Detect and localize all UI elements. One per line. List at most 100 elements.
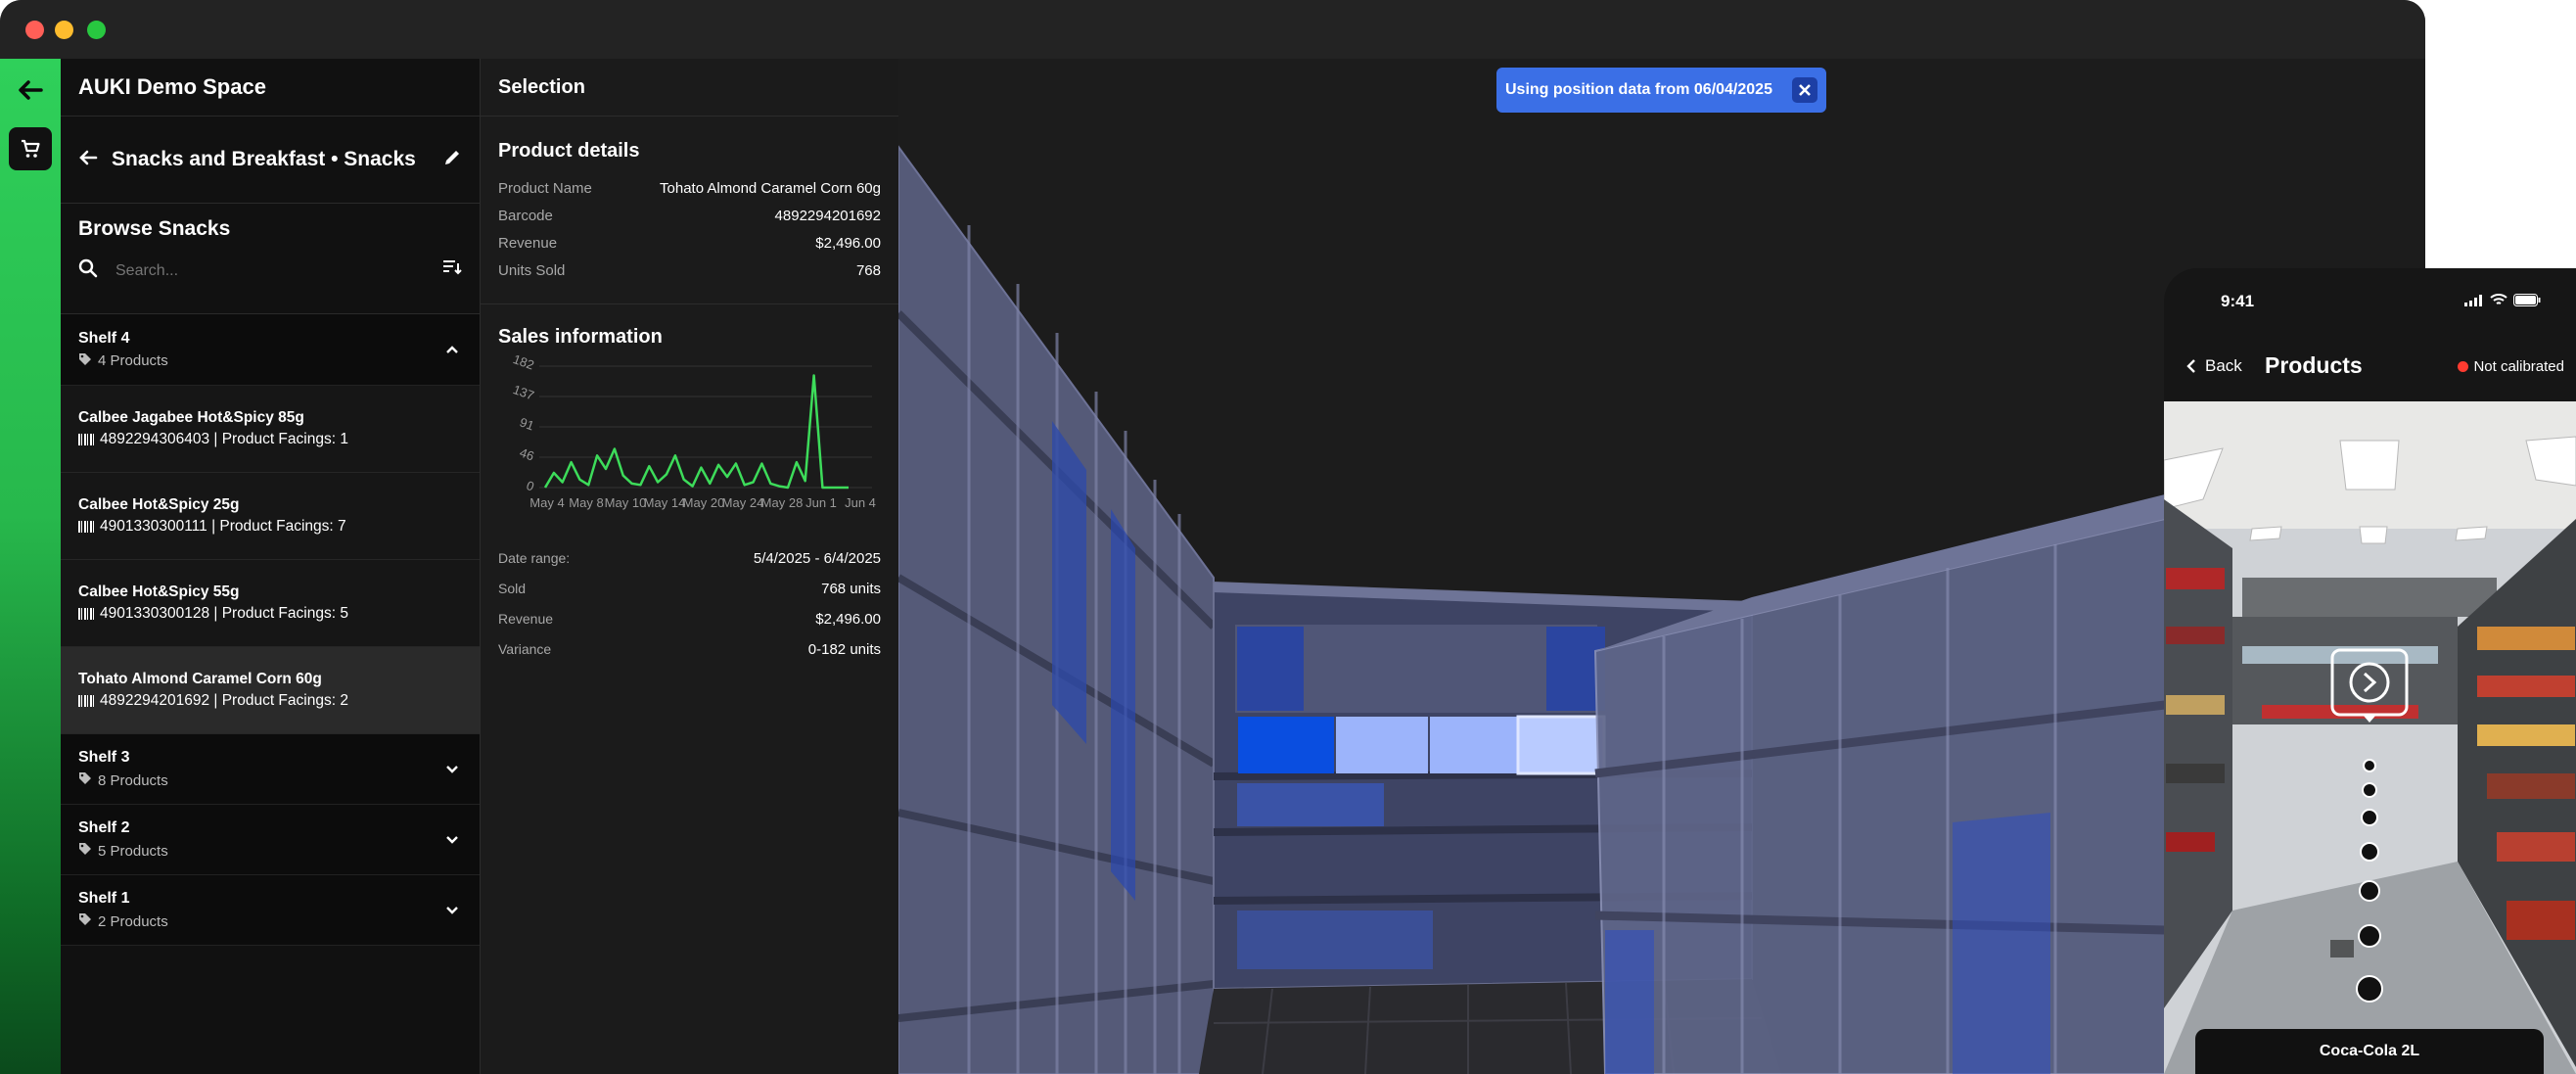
product-row[interactable]: Calbee Hot&Spicy 55g 4901330300128 | Pro…: [61, 560, 480, 647]
shelf-count: 2 Products: [98, 912, 168, 930]
sort-icon[interactable]: [442, 258, 462, 281]
detail-value: $2,496.00: [815, 234, 881, 252]
y-tick-label: 137: [511, 382, 536, 403]
cart-icon[interactable]: [9, 127, 52, 170]
sales-key: Sold: [498, 581, 527, 596]
sales-row: Variance 0-182 units: [498, 635, 881, 663]
back-icon[interactable]: [78, 148, 98, 171]
status-time: 9:41: [2221, 292, 2255, 310]
browse-panel: AUKI Demo Space Snacks and Breakfast • S…: [61, 59, 480, 1074]
sales-value: 0-182 units: [807, 640, 881, 658]
detail-value: 768: [855, 261, 881, 279]
shelf-4-header[interactable]: Shelf 4 4 Products: [61, 314, 480, 386]
store-camera-image: [2164, 401, 2576, 1074]
shelf-name: Shelf 2: [78, 819, 130, 836]
x-tick-label: Jun 1: [805, 495, 837, 510]
sales-chart-svg: 18213791460May 4 May 8 May 10May 14May 20M…: [511, 351, 876, 510]
battery-icon: [2513, 294, 2541, 306]
phone-nav: Back Products Not calibrated: [2164, 349, 2576, 388]
tag-icon: [78, 352, 92, 370]
space-title: AUKI Demo Space: [61, 59, 480, 117]
sales-row: Sold 768 units: [498, 575, 881, 602]
barcode-icon: [78, 695, 94, 707]
shelf-2-header[interactable]: Shelf 2 5 Products: [61, 805, 480, 875]
chevron-up-icon[interactable]: [444, 342, 460, 362]
shelf-name: Shelf 3: [78, 749, 130, 766]
browse-section: Browse Snacks: [61, 204, 480, 314]
product-meta: 4892294201692 | Product Facings: 2: [100, 692, 348, 709]
position-data-toast: Using position data from 06/04/2025: [1496, 68, 1826, 113]
sales-value: 5/4/2025 - 6/4/2025: [753, 549, 881, 567]
back-arrow-icon[interactable]: [9, 69, 52, 112]
sales-series-line: [543, 374, 849, 490]
zoom-window-button[interactable]: [87, 21, 106, 39]
sales-key: Variance: [498, 641, 552, 657]
product-name: Tohato Almond Caramel Corn 60g: [78, 671, 322, 687]
selection-title: Selection: [498, 75, 585, 98]
shelf-1-header[interactable]: Shelf 1 2 Products: [61, 875, 480, 946]
x-tick-label: Jun 4: [845, 495, 876, 510]
product-name: Calbee Hot&Spicy 25g: [78, 496, 240, 513]
shelf-3-header[interactable]: Shelf 3 8 Products: [61, 734, 480, 805]
product-row[interactable]: Calbee Hot&Spicy 25g 4901330300111 | Pro…: [61, 473, 480, 560]
close-window-button[interactable]: [25, 21, 44, 39]
chevron-down-icon[interactable]: [444, 762, 460, 782]
product-meta: 4901330300111 | Product Facings: 7: [100, 518, 346, 535]
sales-chart: 182 137 91 46 0 May 4 May 8 May 10 May 14 May 20 M…: [498, 349, 890, 544]
minimize-window-button[interactable]: [55, 21, 73, 39]
sales-key: Date range:: [498, 550, 571, 566]
x-tick-label: May 20: [683, 495, 725, 510]
sales-section: Sales information 182 137 91 46 0 May 4 May 8M…: [481, 304, 898, 663]
chevron-left-icon: [2186, 359, 2195, 373]
y-tick-label: 0: [525, 478, 536, 494]
toast-text: Using position data from 06/04/2025: [1505, 81, 1772, 98]
browse-title: Browse Snacks: [78, 217, 231, 240]
chevron-down-icon[interactable]: [444, 832, 460, 853]
category-header: Snacks and Breakfast • Snacks: [61, 117, 480, 204]
detail-key: Units Sold: [498, 261, 566, 279]
app-window: AUKI Demo Space Snacks and Breakfast • S…: [0, 0, 2425, 1074]
edit-icon[interactable]: [442, 148, 462, 173]
product-row[interactable]: Calbee Jagabee Hot&Spicy 85g 48922943064…: [61, 386, 480, 473]
product-meta: 4901330300128 | Product Facings: 5: [100, 605, 348, 622]
x-tick-label: May 8: [569, 495, 603, 510]
tag-icon: [78, 771, 92, 789]
status-icons: [2464, 294, 2541, 306]
sales-value: 768 units: [821, 580, 881, 597]
detail-key: Product Name: [498, 179, 592, 197]
tag-icon: [78, 912, 92, 930]
product-details-title: Product details: [498, 140, 640, 162]
close-icon[interactable]: [1792, 77, 1817, 103]
shelf-count: 4 Products: [98, 352, 168, 369]
product-name: Calbee Jagabee Hot&Spicy 85g: [78, 409, 304, 426]
phone-back-button[interactable]: Back: [2185, 356, 2242, 376]
detail-row: Product Name Tohato Almond Caramel Corn 6…: [498, 174, 881, 202]
status-dot-icon: [2458, 361, 2469, 372]
phone-title: Products: [2265, 352, 2363, 378]
search-input[interactable]: [114, 260, 411, 281]
product-row-selected[interactable]: Tohato Almond Caramel Corn 60g 489229420…: [61, 647, 480, 734]
title-bar: [0, 0, 2425, 59]
x-tick-label: May 28: [761, 495, 804, 510]
wifi-icon: [2490, 294, 2507, 304]
category-title: Snacks and Breakfast • Snacks: [112, 148, 416, 170]
search-icon: [78, 258, 98, 283]
detail-value: 4892294201692: [774, 207, 881, 224]
calibration-text: Not calibrated: [2473, 358, 2564, 375]
nav-rail: [0, 59, 61, 1074]
selection-panel: Selection Product details Product Name To…: [480, 59, 899, 1074]
detail-row: Barcode 4892294201692: [498, 202, 881, 229]
selected-facing[interactable]: [1238, 717, 1334, 773]
sales-value: $2,496.00: [815, 610, 881, 628]
detail-key: Revenue: [498, 234, 558, 252]
camera-view[interactable]: [2164, 401, 2576, 1074]
detail-row: Revenue $2,496.00: [498, 229, 881, 257]
search-bar: [78, 258, 462, 283]
chevron-down-icon[interactable]: [444, 903, 460, 923]
product-meta: 4892294306403 | Product Facings: 1: [100, 431, 348, 447]
detail-row: Units Sold 768: [498, 257, 881, 284]
barcode-icon: [78, 521, 94, 533]
shelf-count: 8 Products: [98, 771, 168, 789]
sales-row: Date range: 5/4/2025 - 6/4/2025: [498, 544, 881, 572]
shelf-count: 5 Products: [98, 842, 168, 860]
